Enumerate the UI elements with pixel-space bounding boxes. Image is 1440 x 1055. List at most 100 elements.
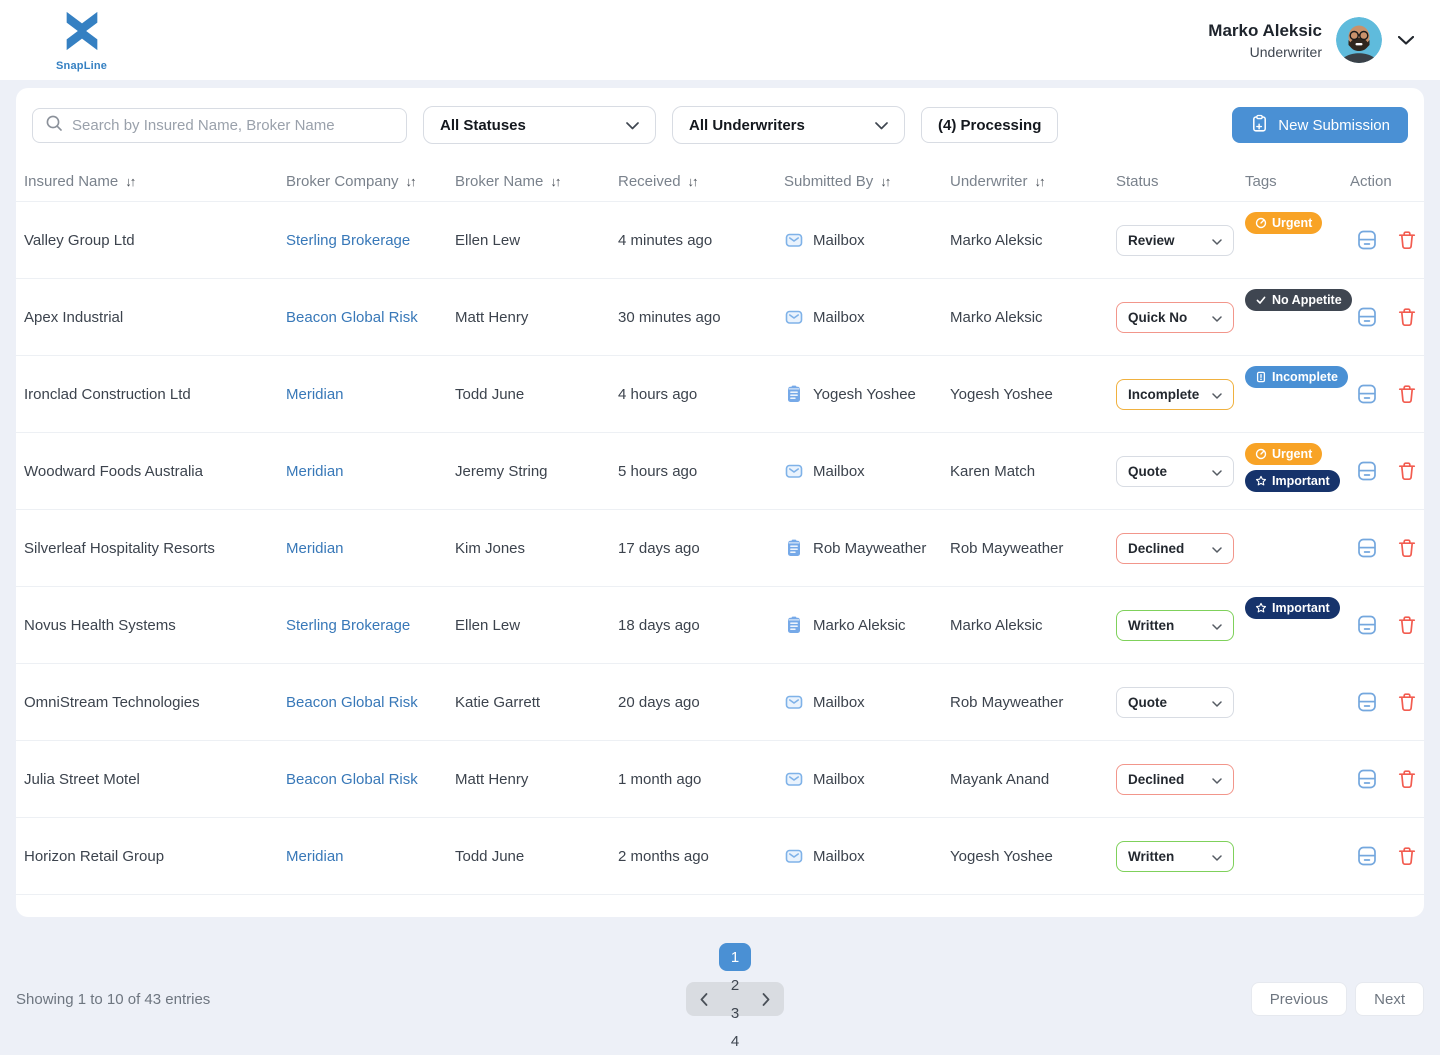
column-header-insured-name[interactable]: Insured Name↓↑	[24, 173, 286, 190]
tags-cell	[1245, 818, 1350, 894]
avatar[interactable]	[1336, 17, 1382, 63]
broker-company-link[interactable]: Sterling Brokerage	[286, 617, 410, 634]
insured-name-cell: Valley Group Ltd	[24, 232, 286, 249]
broker-name-cell: Ellen Lew	[455, 232, 618, 249]
broker-name-cell: Kim Jones	[455, 540, 618, 557]
status-filter-dropdown[interactable]: All Statuses	[423, 106, 656, 144]
archive-button[interactable]	[1356, 383, 1378, 405]
pager-prev-icon[interactable]	[689, 985, 719, 1013]
received-cell: 4 minutes ago	[618, 232, 784, 249]
broker-company-link[interactable]: Beacon Global Risk	[286, 694, 418, 711]
broker-company-link[interactable]: Beacon Global Risk	[286, 771, 418, 788]
archive-button[interactable]	[1356, 768, 1378, 790]
underwriter-filter-dropdown[interactable]: All Underwriters	[672, 106, 905, 144]
status-dropdown[interactable]: Quote	[1116, 456, 1234, 487]
sort-icon: ↓↑	[1035, 174, 1044, 189]
archive-button[interactable]	[1356, 460, 1378, 482]
pager-next-icon[interactable]	[751, 985, 781, 1013]
user-name: Marko Aleksic	[1208, 21, 1322, 41]
status-dropdown[interactable]: Review	[1116, 225, 1234, 256]
delete-button[interactable]	[1396, 614, 1418, 636]
processing-filter-button[interactable]: (4) Processing	[921, 107, 1058, 143]
column-header-submitted-by[interactable]: Submitted By↓↑	[784, 173, 950, 190]
tag-no-appetite: No Appetite	[1245, 289, 1352, 311]
status-dropdown[interactable]: Written	[1116, 841, 1234, 872]
broker-company-link[interactable]: Meridian	[286, 463, 344, 480]
action-cell	[1350, 306, 1424, 328]
mailbox-icon	[784, 461, 804, 481]
mailbox-icon	[784, 692, 804, 712]
received-cell: 5 hours ago	[618, 463, 784, 480]
status-dropdown[interactable]: Quick No	[1116, 302, 1234, 333]
sort-icon: ↓↑	[688, 174, 697, 189]
underwriter-cell: Yogesh Yoshee	[950, 848, 1116, 865]
action-cell	[1350, 768, 1424, 790]
broker-name-cell: Jeremy String	[455, 463, 618, 480]
column-header-broker-company[interactable]: Broker Company↓↑	[286, 173, 455, 190]
submitted-by-cell: Mailbox	[784, 769, 950, 789]
chevron-down-icon	[1212, 233, 1222, 248]
status-dropdown[interactable]: Declined	[1116, 764, 1234, 795]
column-header-underwriter[interactable]: Underwriter↓↑	[950, 173, 1116, 190]
submitted-by-cell: Rob Mayweather	[784, 538, 950, 558]
tag-urgent: Urgent	[1245, 443, 1322, 465]
tags-cell	[1245, 741, 1350, 817]
column-header-status: Status	[1116, 173, 1245, 190]
page-button-4[interactable]: 4	[719, 1027, 751, 1055]
clipboard-icon	[784, 538, 804, 558]
insured-name-cell: Julia Street Motel	[24, 771, 286, 788]
archive-button[interactable]	[1356, 691, 1378, 713]
status-dropdown[interactable]: Incomplete	[1116, 379, 1234, 410]
tags-cell	[1245, 510, 1350, 586]
column-header-tags: Tags	[1245, 173, 1350, 190]
page-button-1[interactable]: 1	[719, 943, 751, 971]
search-box	[32, 108, 407, 143]
clipboard-icon	[784, 615, 804, 635]
status-dropdown[interactable]: Declined	[1116, 533, 1234, 564]
broker-company-link[interactable]: Beacon Global Risk	[286, 309, 418, 326]
archive-button[interactable]	[1356, 614, 1378, 636]
underwriter-cell: Rob Mayweather	[950, 540, 1116, 557]
delete-button[interactable]	[1396, 768, 1418, 790]
previous-button[interactable]: Previous	[1251, 982, 1347, 1016]
delete-button[interactable]	[1396, 306, 1418, 328]
clipboard-icon	[784, 384, 804, 404]
broker-name-cell: Todd June	[455, 386, 618, 403]
column-header-received[interactable]: Received↓↑	[618, 173, 784, 190]
star-icon	[1255, 475, 1267, 487]
delete-button[interactable]	[1396, 383, 1418, 405]
user-menu[interactable]: Marko Aleksic Underwriter	[1208, 17, 1414, 63]
archive-button[interactable]	[1356, 845, 1378, 867]
submitted-by-cell: Mailbox	[784, 307, 950, 327]
insured-name-cell: Horizon Retail Group	[24, 848, 286, 865]
received-cell: 1 month ago	[618, 771, 784, 788]
submitted-by-cell: Marko Aleksic	[784, 615, 950, 635]
broker-company-link[interactable]: Sterling Brokerage	[286, 232, 410, 249]
next-button[interactable]: Next	[1355, 982, 1424, 1016]
new-submission-button[interactable]: New Submission	[1232, 107, 1408, 143]
broker-company-link[interactable]: Meridian	[286, 386, 344, 403]
delete-button[interactable]	[1396, 460, 1418, 482]
delete-button[interactable]	[1396, 229, 1418, 251]
submissions-card: All Statuses All Underwriters (4) Proces…	[16, 88, 1424, 917]
archive-button[interactable]	[1356, 306, 1378, 328]
delete-button[interactable]	[1396, 845, 1418, 867]
status-dropdown[interactable]: Quote	[1116, 687, 1234, 718]
broker-company-link[interactable]: Meridian	[286, 848, 344, 865]
archive-button[interactable]	[1356, 229, 1378, 251]
delete-button[interactable]	[1396, 537, 1418, 559]
chevron-down-icon[interactable]	[1398, 36, 1414, 45]
broker-company-link[interactable]: Meridian	[286, 540, 344, 557]
delete-button[interactable]	[1396, 691, 1418, 713]
status-dropdown[interactable]: Written	[1116, 610, 1234, 641]
search-input[interactable]	[72, 117, 394, 134]
broker-name-cell: Katie Garrett	[455, 694, 618, 711]
table-row: Horizon Retail Group Meridian Todd June …	[16, 818, 1424, 895]
snapline-logo-icon	[59, 8, 105, 59]
underwriter-cell: Rob Mayweather	[950, 694, 1116, 711]
mailbox-icon	[784, 846, 804, 866]
page-button-3[interactable]: 3	[719, 999, 751, 1027]
column-header-broker-name[interactable]: Broker Name↓↑	[455, 173, 618, 190]
archive-button[interactable]	[1356, 537, 1378, 559]
page-button-2[interactable]: 2	[719, 971, 751, 999]
